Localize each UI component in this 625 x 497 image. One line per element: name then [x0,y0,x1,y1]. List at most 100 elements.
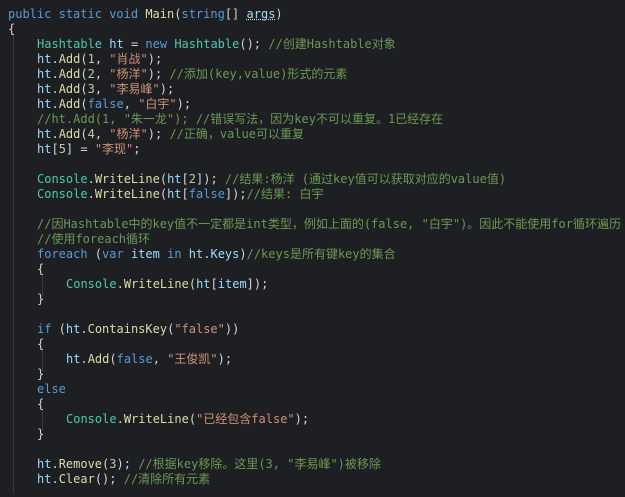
code-line[interactable]: if (ht.ContainsKey("false")) [37,322,239,337]
code-token: "杨洋" [109,67,148,81]
code-token: "已经包含false" [196,412,295,426]
code-line[interactable]: //ht.Add(1, "朱一龙"); //错误写法，因为key不可以重复。1已… [37,112,443,127]
code-token: Console [66,277,117,291]
code-line[interactable]: else [37,382,66,397]
code-token: public [8,7,52,21]
code-token: , [94,82,110,96]
code-token: ) [239,247,247,261]
code-token: //使用foreach循环 [37,232,151,246]
code-token: 1 [87,52,95,66]
code-token: , [123,97,139,111]
code-token: 3 [87,82,95,96]
code-editor[interactable]: public static void Main(string[] args){H… [0,0,625,497]
code-line[interactable]: //使用foreach循环 [37,232,150,247]
code-token: . [116,412,124,426]
code-line[interactable]: Console.WriteLine(ht[2]); //结果:杨洋 (通过key… [37,172,506,187]
code-token: ); [147,127,170,141]
code-line[interactable]: ht.Add(2, "杨洋"); //添加(key,value)形式的元素 [37,67,347,82]
code-token: . [51,52,59,66]
code-line[interactable]: { [37,337,44,352]
code-line[interactable]: ht.Add(1, "肖战"); [37,52,162,67]
code-token: Keys [210,247,240,261]
code-line[interactable]: foreach (var item in ht.Keys)//keys是所有键k… [37,247,396,262]
code-token: ( [80,67,88,81]
code-token: Hashtable [174,37,240,51]
code-token: Console [37,187,88,201]
code-token: //正确，value可以重复 [169,127,305,141]
code-token: "李现" [94,142,134,156]
code-line[interactable]: { [37,397,44,412]
code-token: else [37,382,66,396]
code-line[interactable]: ht[5] = "李现"; [37,142,141,157]
code-token: ( [109,352,117,366]
code-token: ht [196,277,211,291]
code-token: var [102,247,124,261]
code-line[interactable]: Console.WriteLine(ht[false]);//结果: 白宇 [37,187,323,202]
code-token: ht [37,472,52,486]
code-token: ht [37,82,52,96]
code-token: Console [66,412,117,426]
code-token: Add [87,352,110,366]
code-token: //结果: 白宇 [246,187,324,201]
code-token: . [80,322,88,336]
code-token: "杨洋" [109,127,148,141]
code-token: [] [224,7,247,21]
code-token: Remove [58,457,103,471]
code-line[interactable]: } [37,292,44,307]
code-token: { [37,397,45,411]
code-line[interactable]: ht.Add(false, "王俊凯"); [66,352,232,367]
code-token: Console [37,172,88,186]
code-token: 2 [188,172,196,186]
code-token: [ [181,187,189,201]
code-token: . [80,352,88,366]
code-token: Add [58,97,81,111]
code-line[interactable]: public static void Main(string[] args) [8,7,283,22]
code-token: { [8,22,16,36]
code-line[interactable]: Hashtable ht = new Hashtable(); //创建Hash… [37,37,396,52]
code-token: static [58,7,102,21]
code-token: item [217,277,247,291]
code-token: ( [188,277,197,291]
code-token: . [51,97,59,111]
code-token: . [87,172,95,186]
code-line[interactable]: ht.Add(false, "白宇"); [37,97,191,112]
code-token: (); [239,37,269,51]
code-line[interactable]: { [8,22,15,37]
code-token: "肖战" [109,52,148,66]
code-token: ]); [196,172,225,186]
code-token: . [51,127,59,141]
code-token: ht [37,127,52,141]
code-token: ] = [65,142,95,156]
code-token: )) [224,322,240,336]
code-line[interactable]: ht.Add(3, "李易峰"); [37,82,174,97]
code-line[interactable]: ht.Remove(3); //根据key移除。这里(3, "李易峰")被移除 [37,457,381,472]
code-token: false [188,187,225,201]
code-line[interactable]: ht.Clear(); //清除所有元素 [37,472,210,487]
code-token: //结果:杨洋 (通过key值可以获取对应的value值) [224,172,507,186]
code-line[interactable]: Console.WriteLine(ht[item]); [66,277,268,292]
code-line[interactable]: //因Hashtable中的key值不一定都是int类型，例如上面的(false… [37,217,621,232]
code-token: in [167,247,182,261]
code-line[interactable]: Console.WriteLine("已经包含false"); [66,412,309,427]
code-token: ( [159,172,168,186]
code-token: ht [37,97,52,111]
code-token: [ [210,277,218,291]
code-token: . [51,472,59,486]
code-line[interactable]: } [37,367,44,382]
code-token: ht [188,247,204,261]
code-token: "李易峰" [109,82,160,96]
code-token: Add [58,82,81,96]
code-token: 2 [87,67,95,81]
code-line[interactable]: ht.Add(4, "杨洋"); //正确，value可以重复 [37,127,304,142]
code-line[interactable]: } [37,427,44,442]
code-token: ( [80,97,88,111]
code-token: ; [133,142,141,156]
code-line[interactable]: { [37,262,44,277]
code-token: ht [65,322,81,336]
code-token: ); [116,457,139,471]
code-token: ht [37,52,52,66]
code-token: ( [159,187,168,201]
